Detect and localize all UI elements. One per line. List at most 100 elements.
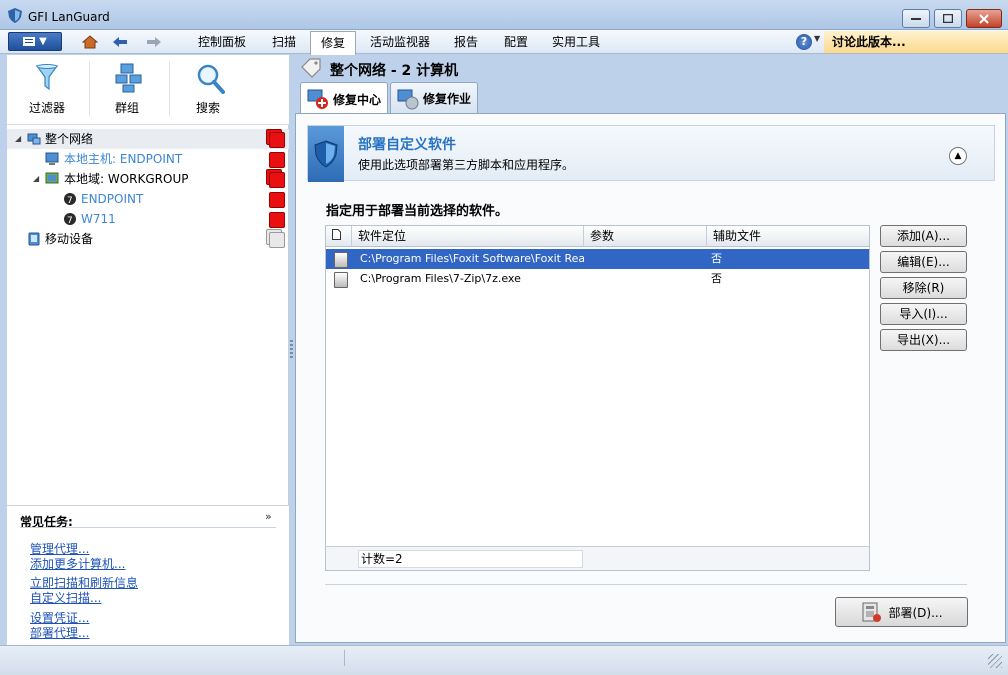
collapse-chevron-icon[interactable]: »	[265, 510, 272, 523]
tag-icon	[301, 58, 321, 78]
task-add-computers[interactable]: 添加更多计算机...	[30, 555, 125, 572]
tree-item-w711[interactable]: 7 W711	[7, 209, 289, 229]
table-row[interactable]: C:\Program Files\Foxit Software\Foxit Re…	[326, 249, 869, 269]
tree-item-label: 移动设备	[45, 232, 94, 246]
svg-text:7: 7	[67, 196, 73, 206]
home-icon	[82, 35, 98, 49]
cell-path: C:\Program Files\Foxit Software\Foxit Re…	[360, 252, 584, 265]
minimize-button[interactable]	[902, 9, 930, 28]
header-auxiliary-files[interactable]: 辅助文件	[707, 226, 869, 247]
back-button[interactable]	[110, 33, 130, 51]
deploy-label: 部署(D)...	[888, 605, 943, 620]
header-parameters[interactable]: 参数	[584, 226, 707, 247]
import-button[interactable]: 导入(I)...	[880, 303, 967, 325]
filter-button[interactable]: 过滤器	[12, 61, 82, 121]
expander-icon[interactable]: ◢	[33, 169, 39, 189]
header-file-column[interactable]	[326, 226, 352, 247]
tab-label: 修复作业	[423, 92, 472, 106]
arrow-left-icon	[113, 37, 127, 47]
tree-item-localhost[interactable]: 本地主机: ENDPOINT	[7, 149, 289, 169]
menu-utilities[interactable]: 实用工具	[542, 30, 610, 54]
home-button[interactable]	[80, 33, 100, 51]
edit-button[interactable]: 编辑(E)...	[880, 251, 967, 273]
toolbar: 过滤器 群组 搜索	[7, 55, 289, 125]
panel-splitter[interactable]	[290, 340, 293, 358]
cell-path: C:\Program Files\7-Zip\7z.exe	[360, 272, 521, 285]
resize-grip-icon[interactable]	[988, 654, 1002, 668]
left-panel: 过滤器 群组 搜索 ◢ 整个网络 本地主机: ENDPOINT ◢ 本地域: W…	[7, 55, 289, 645]
content-panel: 部署自定义软件 使用此选项部署第三方脚本和应用程序。 ▲ 指定用于部署当前选择的…	[295, 113, 1006, 643]
windows-computer-icon: 7	[64, 193, 76, 206]
filter-label: 过滤器	[28, 101, 65, 115]
status-icon	[269, 192, 285, 208]
software-grid: 软件定位 参数 辅助文件 C:\Program Files\Foxit Soft…	[325, 225, 870, 571]
filter-icon	[35, 64, 59, 91]
task-deploy-agents[interactable]: 部署代理...	[30, 624, 89, 641]
menu-remediate[interactable]: 修复	[310, 31, 357, 55]
remove-button[interactable]: 移除(R)	[880, 277, 967, 299]
table-row[interactable]: C:\Program Files\7-Zip\7z.exe 否	[326, 269, 869, 289]
shield-icon	[314, 140, 338, 168]
title-bar: GFI LanGuard	[0, 0, 1008, 30]
search-label: 搜索	[195, 101, 220, 115]
tree-item-entire-network[interactable]: ◢ 整个网络	[7, 129, 289, 149]
tree-item-label: W711	[81, 212, 116, 226]
tree-item-endpoint[interactable]: 7 ENDPOINT	[7, 189, 289, 209]
app-menu-button[interactable]: ▼	[8, 32, 62, 51]
deploy-software-banner: 部署自定义软件 使用此选项部署第三方脚本和应用程序。 ▲	[307, 125, 995, 182]
mobile-device-icon	[28, 232, 40, 246]
menu-activity-monitor[interactable]: 活动监视器	[360, 30, 440, 54]
status-icon	[269, 232, 285, 248]
arrow-right-icon	[147, 37, 161, 47]
domain-icon	[45, 172, 59, 184]
menu-reports[interactable]: 报告	[444, 30, 488, 54]
group-button[interactable]: 群组	[92, 61, 162, 121]
discuss-version-link[interactable]: 讨论此版本...	[824, 31, 1008, 53]
chevron-down-icon: ▼	[39, 36, 47, 47]
collapse-up-icon[interactable]: ▲	[949, 147, 967, 165]
status-icon	[269, 132, 285, 148]
windows-computer-icon: 7	[64, 213, 76, 226]
expander-icon[interactable]: ◢	[15, 129, 21, 149]
tree-item-mobile-devices[interactable]: 移动设备	[7, 229, 289, 249]
grid-header: 软件定位 参数 辅助文件	[326, 226, 869, 247]
menu-configuration[interactable]: 配置	[494, 30, 538, 54]
banner-title: 部署自定义软件	[358, 137, 456, 153]
tree-item-domain[interactable]: ◢ 本地域: WORKGROUP	[7, 169, 289, 189]
row-count: 计数=2	[358, 550, 583, 568]
search-button[interactable]: 搜索	[173, 61, 243, 121]
chevron-down-icon[interactable]: ▼	[814, 34, 820, 43]
tree-item-label: ENDPOINT	[81, 192, 144, 206]
header-software-location[interactable]: 软件定位	[352, 226, 584, 247]
forward-button[interactable]	[144, 33, 164, 51]
search-icon	[197, 64, 225, 94]
task-custom-scan[interactable]: 自定义扫描...	[30, 589, 101, 606]
installer-package-icon	[862, 602, 882, 622]
help-icon[interactable]: ?	[796, 34, 812, 50]
export-button[interactable]: 导出(X)...	[880, 329, 967, 351]
tab-remediation-center[interactable]: 修复中心	[300, 82, 388, 115]
installer-file-icon	[334, 272, 348, 288]
status-icon	[269, 172, 285, 188]
maximize-button[interactable]	[934, 9, 962, 28]
computer-group-icon	[115, 63, 142, 93]
installer-file-icon	[334, 252, 348, 268]
deploy-button[interactable]: 部署(D)...	[835, 597, 968, 627]
common-tasks-panel: 常见任务: » 管理代理... 添加更多计算机... 立即扫描和刷新信息 自定义…	[7, 505, 289, 645]
tab-remediation-jobs[interactable]: 修复作业	[390, 82, 478, 114]
section-title: 指定用于部署当前选择的软件。	[326, 204, 509, 219]
tab-label: 修复中心	[333, 92, 382, 107]
minimize-icon	[911, 17, 921, 20]
network-icon	[27, 133, 41, 145]
menu-scan[interactable]: 扫描	[262, 30, 306, 54]
divider	[20, 527, 276, 528]
close-button[interactable]	[966, 9, 1002, 28]
toolbar-divider	[169, 61, 170, 117]
divider	[325, 584, 967, 585]
status-bar	[0, 645, 1008, 675]
status-divider	[344, 650, 345, 666]
menu-dashboard[interactable]: 控制面板	[188, 30, 256, 54]
remediation-center-icon	[307, 89, 328, 109]
add-button[interactable]: 添加(A)...	[880, 225, 967, 247]
cell-params	[584, 249, 707, 269]
